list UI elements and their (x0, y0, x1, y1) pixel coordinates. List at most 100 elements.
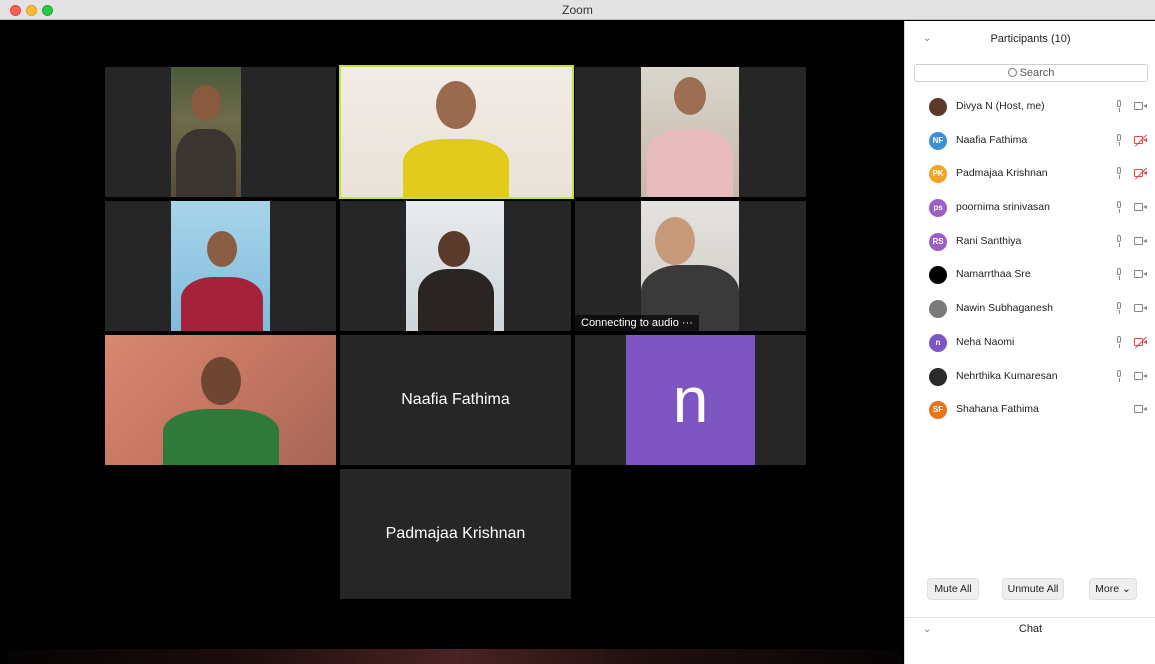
video-tile-no-video[interactable]: Naafia Fathima (340, 335, 571, 465)
video-camera-icon[interactable] (1134, 270, 1147, 279)
participant-name: Padmajaa Krishnan (385, 525, 526, 542)
video-tile[interactable] (575, 67, 806, 197)
avatar (929, 367, 947, 386)
video-off-icon[interactable] (1134, 134, 1148, 147)
person-face (207, 231, 237, 267)
participant-row[interactable]: NF Naafia Fathima (905, 125, 1155, 159)
participant-video (641, 201, 739, 331)
avatar: RS (929, 232, 947, 251)
person-body (181, 277, 263, 331)
video-tile[interactable] (105, 201, 336, 331)
participant-row[interactable]: Divya N (Host, me) (905, 91, 1155, 125)
microphone-icon[interactable] (1115, 369, 1123, 383)
participant-name: Naafia Fathima (401, 391, 510, 408)
avatar: PK (929, 165, 947, 184)
participant-video (171, 67, 241, 197)
video-camera-icon[interactable] (1134, 102, 1147, 111)
window-title: Zoom (562, 3, 593, 17)
participant-name: Shahana Fathima (956, 403, 1039, 416)
avatar: SF (929, 401, 947, 420)
participants-list: Divya N (Host, me) NF Naafia Fathima PK Padm… (905, 91, 1155, 428)
microphone-icon[interactable] (1115, 268, 1123, 281)
microphone-icon[interactable] (1115, 201, 1123, 214)
microphone-icon[interactable] (1115, 335, 1123, 349)
person-body (647, 129, 733, 197)
avatar: NF (929, 131, 947, 150)
active-speaker-tile[interactable] (339, 65, 574, 199)
person-body (163, 409, 279, 465)
video-tile[interactable] (105, 67, 336, 197)
person-face (436, 81, 476, 129)
participant-name: Rani Santhiya (956, 234, 1022, 247)
video-tile[interactable] (105, 335, 336, 465)
video-tile-avatar[interactable]: n (575, 335, 806, 465)
zoom-window: Zoom Connecting to audio ··· Naafia Fath… (0, 0, 1155, 664)
microphone-icon[interactable] (1115, 133, 1123, 147)
microphone-icon[interactable] (1115, 100, 1123, 113)
video-tile[interactable] (340, 201, 571, 331)
participant-video (641, 67, 739, 197)
participant-video (171, 201, 270, 331)
chat-bar[interactable]: ⌄ Chat (905, 617, 1155, 641)
avatar (929, 266, 947, 285)
participant-video (341, 67, 572, 197)
unmute-all-button[interactable]: Unmute All (1002, 578, 1064, 600)
video-camera-icon[interactable] (1134, 203, 1147, 212)
video-camera-icon[interactable] (1134, 371, 1147, 381)
avatar (929, 300, 947, 319)
participant-row[interactable]: RS Rani Santhiya (905, 226, 1155, 260)
participants-title: Participants (10) (990, 33, 1071, 45)
microphone-icon[interactable] (1115, 302, 1123, 315)
microphone-icon[interactable] (1115, 167, 1123, 180)
avatar: n (626, 335, 755, 465)
video-tile[interactable]: Connecting to audio ··· (575, 201, 806, 331)
person-body (418, 269, 494, 331)
avatar: n (929, 333, 947, 352)
participant-name: Neha Naomi (956, 335, 1015, 348)
more-button[interactable]: More ⌄ (1089, 578, 1137, 600)
participant-video (406, 201, 504, 331)
participant-name: poornima srinivasan (956, 201, 1050, 214)
participant-row[interactable]: SF Shahana Fathima (905, 394, 1155, 428)
person-face (655, 217, 695, 265)
participant-row[interactable]: Namarrthaa Sre (905, 259, 1155, 293)
person-face (191, 85, 221, 121)
participant-video (105, 335, 336, 465)
title-bar: Zoom (0, 0, 1155, 20)
self-view-strip (8, 649, 903, 664)
participants-panel: ⌄ Participants (10) Search Divya N (Host… (904, 21, 1155, 664)
person-body (403, 139, 509, 197)
participant-name: Naafia Fathima (956, 133, 1028, 146)
person-body (176, 129, 236, 197)
person-face (438, 231, 470, 267)
search-icon (1007, 68, 1017, 77)
video-off-icon[interactable] (1134, 336, 1148, 349)
microphone-icon[interactable] (1115, 234, 1123, 248)
video-tile-no-video[interactable]: Padmajaa Krishnan (340, 469, 571, 599)
person-face (201, 357, 241, 405)
video-gallery: Connecting to audio ··· Naafia Fathima n… (8, 21, 903, 649)
video-camera-icon[interactable] (1134, 304, 1147, 313)
audio-status-label: Connecting to audio ··· (575, 315, 699, 331)
video-camera-icon[interactable] (1134, 236, 1147, 246)
video-camera-icon[interactable] (1134, 405, 1147, 414)
participant-row[interactable]: Nawin Subhaganesh (905, 293, 1155, 327)
participant-name: Namarrthaa Sre (956, 268, 1031, 281)
participant-name: Nehrthika Kumaresan (956, 369, 1058, 382)
participant-name: Nawin Subhaganesh (956, 302, 1053, 315)
participant-row[interactable]: PK Padmajaa Krishnan (905, 158, 1155, 192)
participant-row[interactable]: Nehrthika Kumaresan (905, 361, 1155, 395)
mute-all-button[interactable]: Mute All (927, 578, 979, 600)
person-face (674, 77, 706, 115)
participant-name: Divya N (Host, me) (956, 100, 1045, 112)
avatar: ps (929, 199, 947, 218)
avatar (929, 98, 947, 116)
participants-header: ⌄ Participants (10) (905, 21, 1155, 59)
participant-row[interactable]: n Neha Naomi (905, 327, 1155, 361)
chat-title: Chat (1018, 623, 1043, 635)
search-input[interactable]: Search (914, 64, 1148, 82)
search-placeholder: Search (1019, 67, 1055, 79)
participant-name: Padmajaa Krishnan (956, 167, 1048, 180)
video-off-icon[interactable] (1134, 167, 1148, 180)
participant-row[interactable]: ps poornima srinivasan (905, 192, 1155, 226)
